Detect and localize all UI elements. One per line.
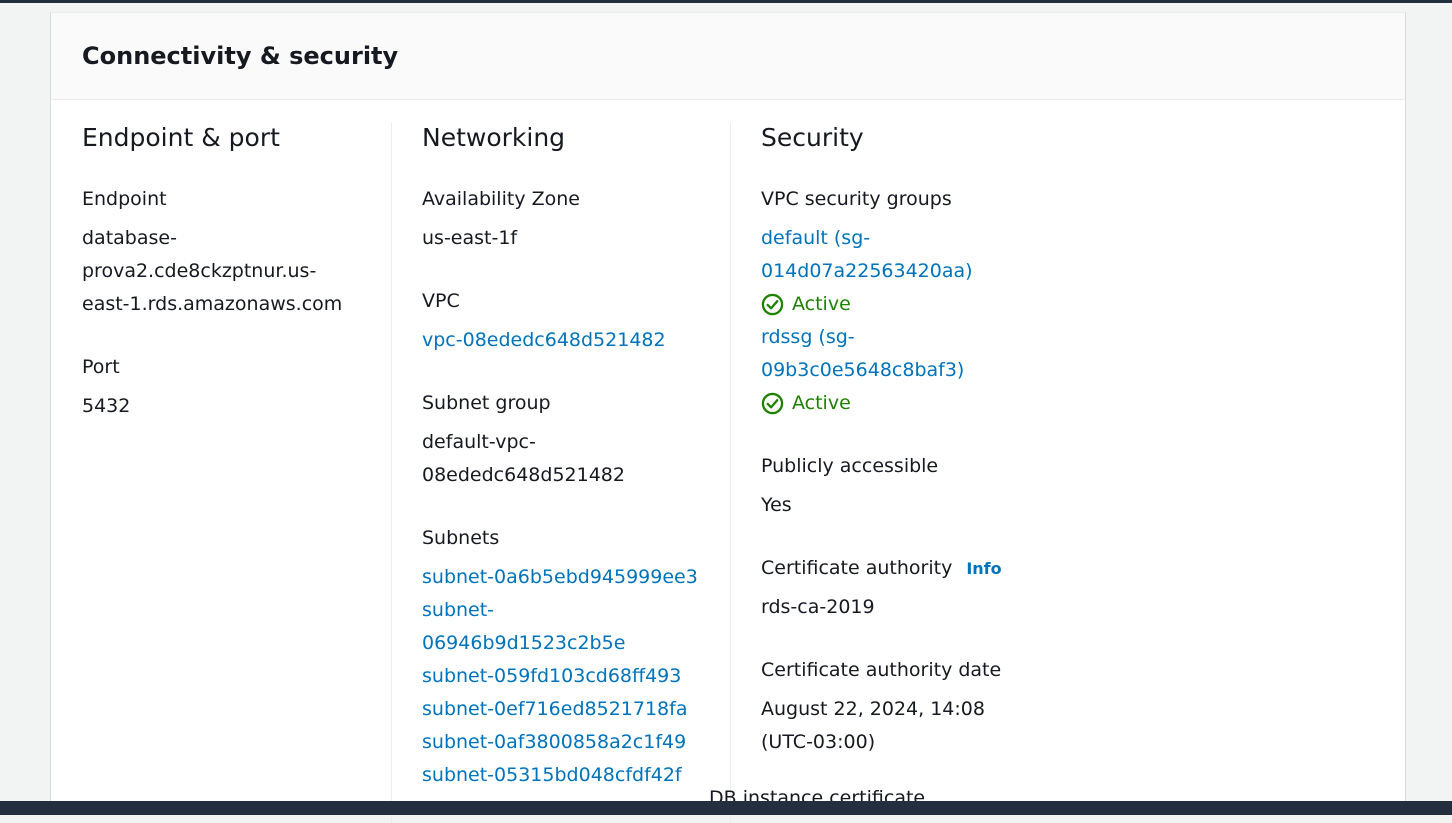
- publicly-accessible-label: Publicly accessible: [761, 455, 939, 477]
- subnet-link[interactable]: subnet-0ef716ed8521718fa: [422, 693, 730, 726]
- subnet-group-label: Subnet group: [422, 392, 551, 414]
- certificate-authority-field: Certificate authority Info rds-ca-2019: [761, 552, 1110, 624]
- security-column: Security VPC security groups default (sg…: [730, 123, 1110, 823]
- subnet-group-line: 08ededc648d521482: [422, 464, 625, 486]
- bottom-bar: [0, 801, 1452, 815]
- certificate-authority-date-field: Certificate authority date August 22, 20…: [761, 654, 1110, 759]
- check-circle-icon: [761, 293, 784, 316]
- top-nav-edge: [0, 0, 1452, 3]
- security-group-line: rdssg (sg-: [761, 326, 855, 348]
- availability-zone-value: us-east-1f: [422, 227, 518, 249]
- vpc-label: VPC: [422, 290, 460, 312]
- check-circle-icon: [761, 392, 784, 415]
- subnet-link[interactable]: subnet-: [422, 594, 730, 627]
- publicly-accessible-field: Publicly accessible Yes: [761, 450, 1110, 522]
- subnet-link[interactable]: subnet-05315bd048cfdf42f: [422, 759, 730, 792]
- security-group-line: default (sg-: [761, 227, 871, 249]
- security-group-status: Active: [761, 288, 1110, 321]
- connectivity-security-panel: Connectivity & security Endpoint & port …: [50, 12, 1406, 823]
- endpoint-line: east-1.rds.amazonaws.com: [82, 293, 343, 315]
- subnet-link[interactable]: subnet-059fd103cd68ff493: [422, 660, 730, 693]
- subnets-list: subnet-0a6b5ebd945999ee3 subnet- 06946b9…: [422, 561, 730, 792]
- subnets-label: Subnets: [422, 527, 500, 549]
- status-text: Active: [792, 392, 851, 414]
- security-groups-list: default (sg- 014d07a22563420aa) Active r…: [761, 222, 1110, 420]
- subnet-group-field: Subnet group default-vpc- 08ededc648d521…: [422, 387, 730, 492]
- security-group-line: 09b3c0e5648c8baf3): [761, 359, 965, 381]
- security-group-link-rdssg[interactable]: rdssg (sg- 09b3c0e5648c8baf3): [761, 321, 1110, 387]
- certificate-date-line: (UTC-03:00): [761, 731, 876, 753]
- networking-column: Networking Availability Zone us-east-1f …: [391, 123, 730, 823]
- vpc-field: VPC vpc-08ededc648d521482: [422, 285, 730, 357]
- certificate-authority-date-label: Certificate authority date: [761, 659, 1002, 681]
- networking-title: Networking: [422, 123, 566, 152]
- vpc-link[interactable]: vpc-08ededc648d521482: [422, 324, 730, 357]
- port-field: Port 5432: [82, 351, 391, 423]
- security-title: Security: [761, 123, 864, 152]
- panel-header: Connectivity & security: [51, 13, 1405, 100]
- certificate-authority-label-text: Certificate authority: [761, 557, 953, 579]
- endpoint-port-column: Endpoint & port Endpoint database- prova…: [51, 123, 391, 423]
- endpoint-value[interactable]: database- prova2.cde8ckzptnur.us- east-1…: [82, 222, 391, 321]
- certificate-authority-date-value: August 22, 2024, 14:08 (UTC-03:00): [761, 693, 1110, 759]
- panel-title: Connectivity & security: [82, 42, 399, 70]
- status-text: Active: [792, 293, 851, 315]
- publicly-accessible-value: Yes: [761, 494, 792, 516]
- subnets-field: Subnets subnet-0a6b5ebd945999ee3 subnet-…: [422, 522, 730, 792]
- availability-zone-field: Availability Zone us-east-1f: [422, 183, 730, 255]
- vpc-security-groups-label: VPC security groups: [761, 188, 952, 210]
- endpoint-label: Endpoint: [82, 188, 167, 210]
- certificate-authority-info-link[interactable]: Info: [966, 559, 1001, 578]
- vpc-security-groups-field: VPC security groups default (sg- 014d07a…: [761, 183, 1110, 420]
- security-group-link-default[interactable]: default (sg- 014d07a22563420aa): [761, 222, 1110, 288]
- endpoint-line: database-: [82, 227, 177, 249]
- subnet-link[interactable]: subnet-0a6b5ebd945999ee3: [422, 561, 730, 594]
- subnet-link[interactable]: subnet-0af3800858a2c1f49: [422, 726, 730, 759]
- security-group-status: Active: [761, 387, 1110, 420]
- security-group-line: 014d07a22563420aa): [761, 260, 973, 282]
- subnet-group-value: default-vpc- 08ededc648d521482: [422, 426, 730, 492]
- certificate-date-line: August 22, 2024, 14:08: [761, 698, 985, 720]
- certificate-authority-value: rds-ca-2019: [761, 596, 875, 618]
- subnet-group-line: default-vpc-: [422, 431, 536, 453]
- endpoint-line: prova2.cde8ckzptnur.us-: [82, 260, 317, 282]
- endpoint-port-title: Endpoint & port: [82, 123, 280, 152]
- port-label: Port: [82, 356, 120, 378]
- certificate-authority-label: Certificate authority Info: [761, 552, 1110, 585]
- subnet-link[interactable]: 06946b9d1523c2b5e: [422, 627, 730, 660]
- endpoint-field: Endpoint database- prova2.cde8ckzptnur.u…: [82, 183, 391, 321]
- availability-zone-label: Availability Zone: [422, 188, 580, 210]
- port-value: 5432: [82, 395, 131, 417]
